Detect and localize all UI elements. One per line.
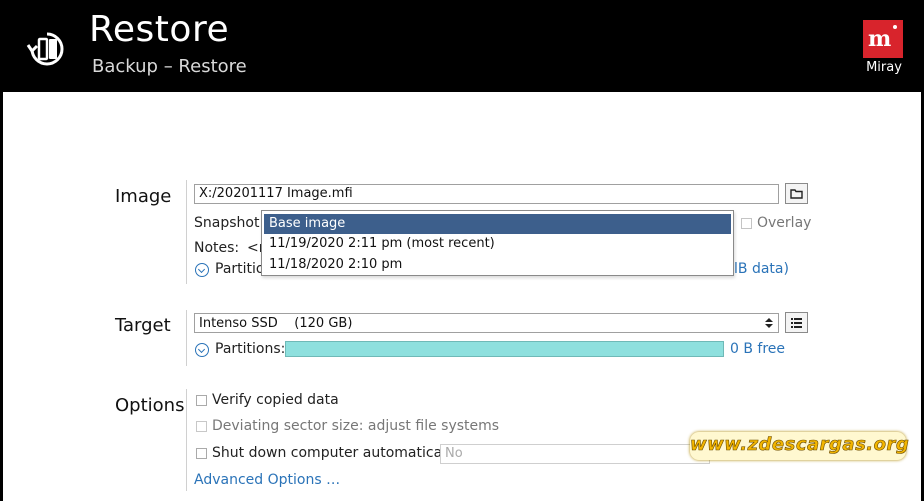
shutdown-select-value: No xyxy=(445,446,463,461)
snapshot-option-older[interactable]: 11/18/2020 2:10 pm xyxy=(264,255,407,275)
target-list-button[interactable] xyxy=(785,312,808,333)
miray-logo-icon: m xyxy=(863,20,903,58)
watermark: www.zdescargas.org xyxy=(690,432,910,460)
breadcrumb: Backup – Restore xyxy=(92,56,247,77)
shutdown-select[interactable]: No xyxy=(440,444,710,464)
overlay-checkbox[interactable] xyxy=(741,218,752,229)
expand-partitions-icon[interactable] xyxy=(195,263,209,277)
image-partitions-label: Partitio xyxy=(215,261,265,277)
select-arrows-icon xyxy=(765,318,773,328)
target-section-label: Target xyxy=(115,315,171,336)
target-partition-bar xyxy=(285,341,724,357)
shutdown-checkbox[interactable] xyxy=(196,448,207,459)
snapshot-label: Snapshot: xyxy=(194,215,265,231)
shutdown-label: Shut down computer automatically: xyxy=(212,445,462,461)
target-drive-value: Intenso SSD (120 GB) xyxy=(199,316,353,331)
target-free-space: 0 B free xyxy=(730,341,786,357)
list-icon xyxy=(791,318,802,328)
options-section-label: Options xyxy=(115,395,185,416)
notes-label: Notes: xyxy=(194,240,240,256)
snapshot-option-base[interactable]: Base image xyxy=(264,214,731,234)
target-partitions-label: Partitions: xyxy=(215,341,286,357)
snapshot-option-recent[interactable]: 11/19/2020 2:11 pm (most recent) xyxy=(264,234,500,254)
deviating-checkbox[interactable] xyxy=(196,421,207,432)
brand-logo: m Miray xyxy=(862,20,904,78)
verify-checkbox[interactable] xyxy=(196,395,207,406)
header-bar: Restore Backup – Restore m Miray xyxy=(0,0,924,92)
deviating-label: Deviating sector size: adjust file syste… xyxy=(212,418,500,434)
image-section-label: Image xyxy=(115,186,172,207)
folder-icon xyxy=(790,189,803,199)
window-border-left xyxy=(0,92,3,501)
target-drive-select[interactable]: Intenso SSD (120 GB) xyxy=(194,313,779,333)
brand-name: Miray xyxy=(866,60,902,75)
options-section-divider xyxy=(186,389,187,491)
verify-label: Verify copied data xyxy=(212,392,339,408)
browse-image-button[interactable] xyxy=(785,183,808,204)
overlay-label: Overlay xyxy=(757,215,812,231)
advanced-options-link[interactable]: Advanced Options … xyxy=(194,472,340,488)
image-section-divider xyxy=(186,180,187,284)
image-path-field[interactable]: X:/20201117 Image.mfi xyxy=(194,184,779,204)
page-title: Restore xyxy=(89,9,230,50)
snapshot-dropdown-list[interactable]: Base image 11/19/2020 2:11 pm (most rece… xyxy=(261,210,734,276)
target-section-divider xyxy=(186,310,187,366)
expand-target-partitions-icon[interactable] xyxy=(195,343,209,357)
watermark-text: www.zdescargas.org xyxy=(690,434,910,456)
image-partitions-info: lB data) xyxy=(734,261,789,277)
restore-icon xyxy=(26,32,64,66)
